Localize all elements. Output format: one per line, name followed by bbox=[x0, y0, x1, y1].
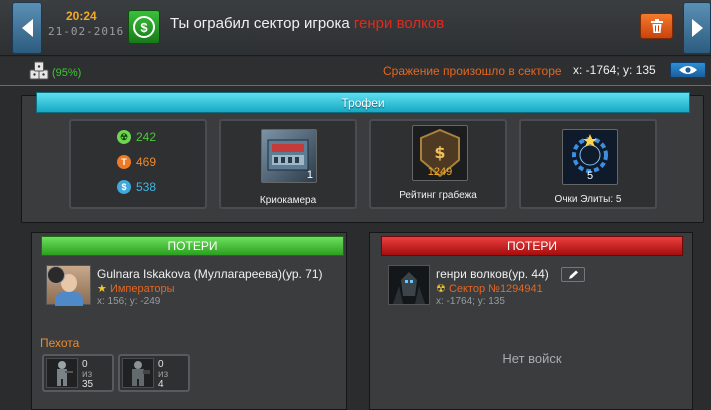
titanium-row: T 469 bbox=[117, 155, 156, 169]
unit-card-infantry[interactable]: 0 из 35 bbox=[42, 354, 114, 392]
report-headline: Ты ограбил сектор игрока генри волков bbox=[170, 15, 444, 32]
defender-name[interactable]: генри волков(ур. 44) bbox=[436, 267, 549, 281]
uranium-row: ☢ 242 bbox=[117, 130, 156, 144]
attacker-name[interactable]: Gulnara Iskakova (Муллагареева)(ур. 71) bbox=[97, 267, 323, 281]
top-header: 20:24 21-02-2016 $ Ты ограбил сектор игр… bbox=[0, 0, 711, 56]
sector-marker-icon: ☢ bbox=[436, 283, 446, 295]
elite-points-label: Очки Элиты: 5 bbox=[554, 194, 622, 205]
uranium-value: 242 bbox=[136, 130, 157, 144]
unit-total-count: 35 bbox=[82, 379, 94, 390]
unit-total-count: 4 bbox=[158, 379, 164, 390]
defender-losses-panel bbox=[369, 232, 693, 410]
win-chance-percent: (95%) bbox=[52, 67, 82, 79]
robbery-money-icon: $ bbox=[128, 10, 160, 44]
trophies-title: Трофеи bbox=[36, 92, 690, 113]
elite-points-icon: 5 bbox=[562, 129, 618, 185]
titanium-value: 469 bbox=[136, 155, 157, 169]
attacker-clan-name: Императоры bbox=[109, 283, 175, 295]
clan-star-icon: ★ bbox=[97, 283, 107, 295]
credits-row: $ 538 bbox=[117, 180, 156, 194]
svg-text:$: $ bbox=[434, 143, 445, 162]
rank-badge-icon bbox=[47, 266, 65, 284]
enemy-player-link[interactable]: генри волков bbox=[354, 15, 444, 32]
trophy-item-elite-points[interactable]: 5 Очки Элиты: 5 bbox=[519, 119, 657, 209]
divider bbox=[0, 85, 711, 86]
robbery-rating-label: Рейтинг грабежа bbox=[399, 190, 477, 201]
attacker-coords: x: 156; y: -249 bbox=[97, 296, 161, 307]
attacker-clan[interactable]: ★ Императоры bbox=[97, 282, 175, 295]
report-date: 21-02-2016 bbox=[48, 25, 125, 38]
dice-icon bbox=[29, 61, 49, 80]
credits-value: 538 bbox=[136, 180, 157, 194]
defender-losses-title: ПОТЕРИ bbox=[381, 236, 683, 256]
next-report-button[interactable] bbox=[683, 2, 711, 54]
avatar-body bbox=[55, 292, 83, 306]
battle-coords: x: -1764; y: 135 bbox=[573, 63, 656, 77]
eye-icon bbox=[679, 66, 697, 74]
defender-coords: x: -1764; y: 135 bbox=[436, 296, 505, 307]
infantry-section-title: Пехота bbox=[40, 336, 80, 350]
attacker-avatar[interactable] bbox=[46, 265, 91, 306]
pencil-icon bbox=[569, 270, 578, 279]
view-sector-button[interactable] bbox=[670, 62, 706, 78]
trophy-item-robbery-rating[interactable]: $ 1249 Рейтинг грабежа bbox=[369, 119, 507, 209]
defender-avatar[interactable] bbox=[388, 265, 430, 305]
resources-card: ☢ 242 T 469 $ 538 bbox=[69, 119, 207, 209]
cryochamber-label: Криокамера bbox=[259, 195, 317, 206]
elite-points-badge: 5 bbox=[586, 170, 594, 182]
trophy-item-cryochamber[interactable]: 1 Криокамера bbox=[219, 119, 357, 209]
arrow-left-icon bbox=[21, 19, 33, 37]
trash-icon bbox=[650, 19, 663, 33]
cryochamber-count: 1 bbox=[306, 169, 313, 181]
defender-sector-number: Сектор №1294941 bbox=[448, 283, 543, 295]
edit-note-button[interactable] bbox=[561, 267, 585, 282]
titanium-icon: T bbox=[117, 155, 131, 169]
heavy-infantry-icon bbox=[122, 358, 154, 388]
delete-report-button[interactable] bbox=[640, 13, 673, 39]
no-troops-message: Нет войск bbox=[502, 351, 562, 366]
uranium-icon: ☢ bbox=[117, 130, 131, 144]
unit-card-heavy-infantry[interactable]: 0 из 4 bbox=[118, 354, 190, 392]
robbery-rating-icon: $ 1249 bbox=[412, 125, 468, 181]
cryochamber-icon: 1 bbox=[261, 129, 317, 183]
battle-info-bar: (95%) Сражение произошло в секторе x: -1… bbox=[0, 57, 711, 85]
robbery-rating-value: 1249 bbox=[427, 166, 453, 178]
battle-sector-label: Сражение произошло в секторе bbox=[383, 64, 562, 78]
credits-icon: $ bbox=[117, 180, 131, 194]
previous-report-button[interactable] bbox=[12, 2, 42, 54]
infantry-unit-icon bbox=[46, 358, 78, 388]
arrow-right-icon bbox=[691, 19, 703, 37]
attacker-losses-title: ПОТЕРИ bbox=[41, 236, 344, 256]
report-time: 20:24 bbox=[66, 9, 97, 23]
defender-sector[interactable]: ☢ Сектор №1294941 bbox=[436, 282, 543, 295]
headline-text: Ты ограбил сектор игрока bbox=[170, 15, 354, 32]
